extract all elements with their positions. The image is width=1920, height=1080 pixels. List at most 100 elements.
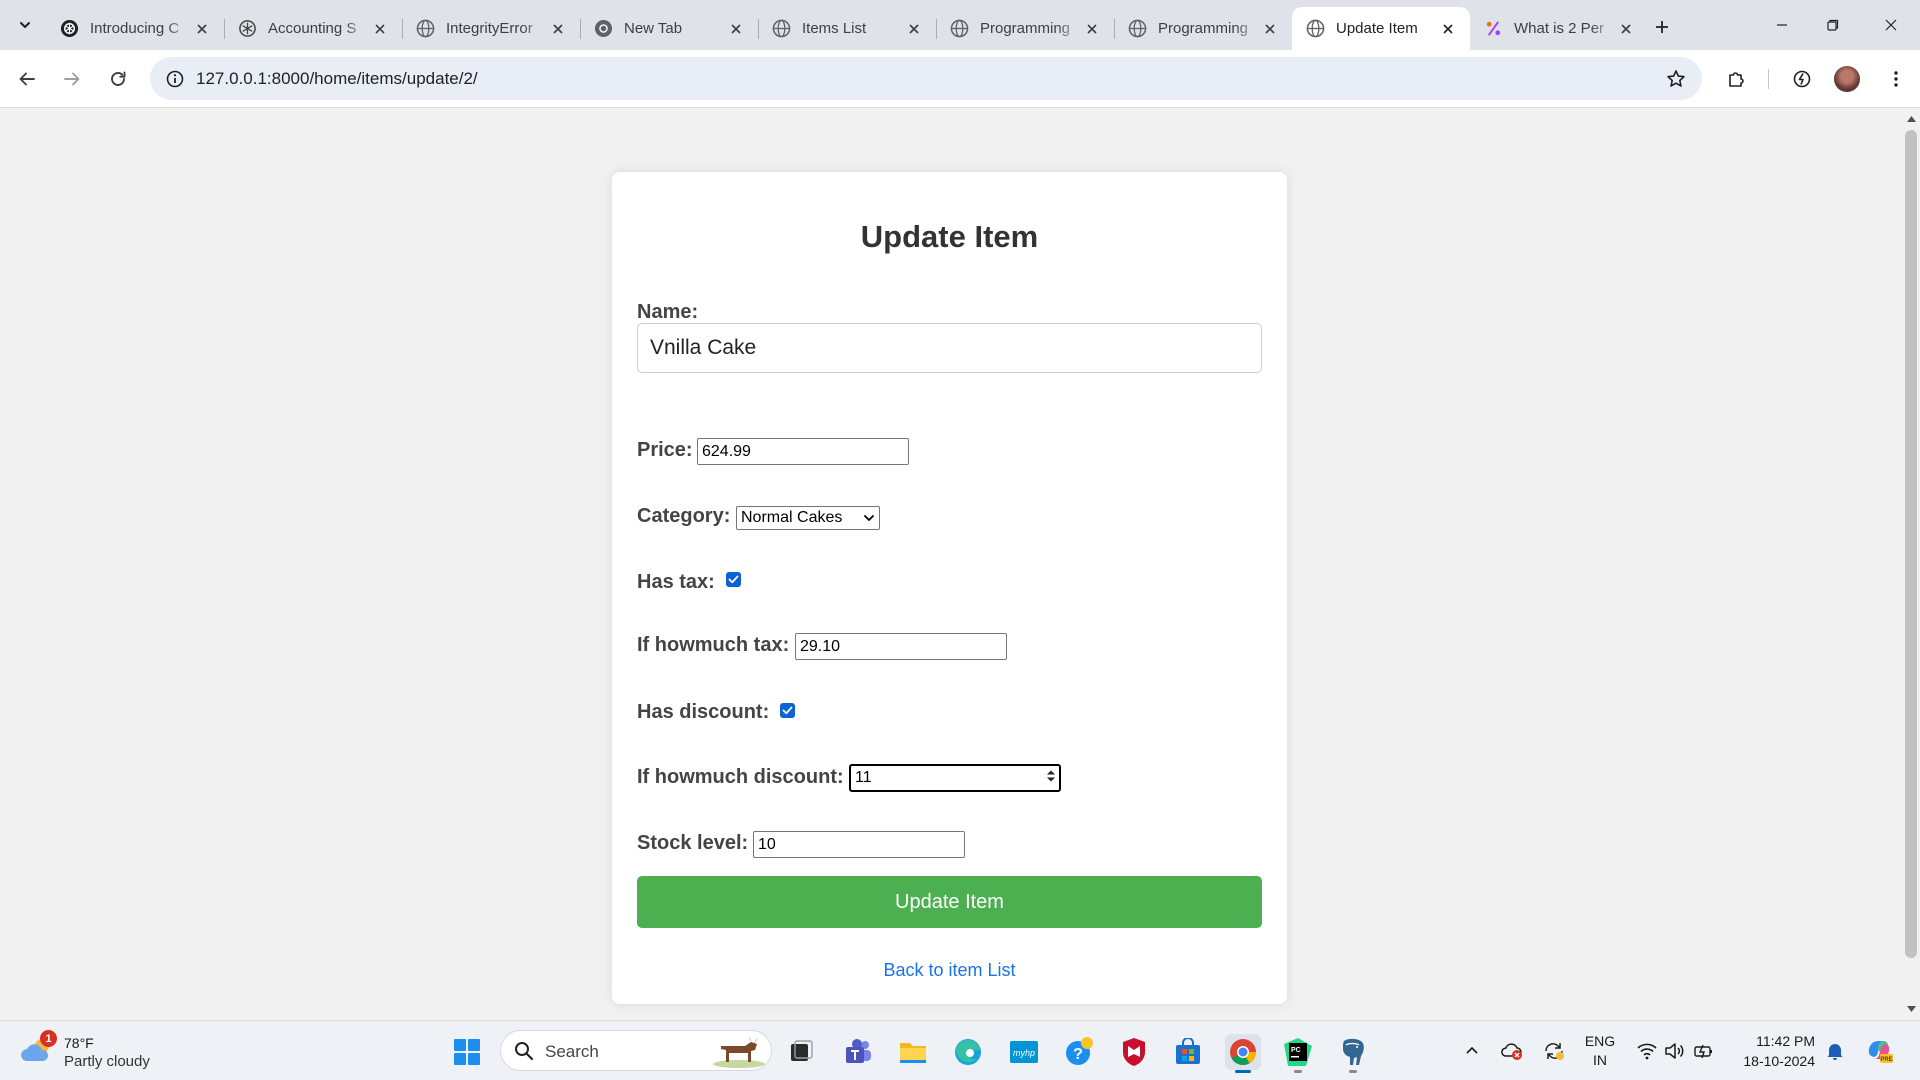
mcafee-app[interactable] bbox=[1116, 1034, 1152, 1070]
has-discount-checkbox[interactable] bbox=[780, 703, 795, 718]
svg-text:PC: PC bbox=[1291, 1047, 1301, 1054]
discount-amount-input[interactable] bbox=[849, 764, 1061, 792]
tab-title: Introducing C bbox=[90, 20, 180, 37]
close-tab-icon[interactable] bbox=[904, 19, 924, 39]
category-selected-value: Normal Cakes bbox=[741, 509, 843, 526]
file-explorer-app[interactable] bbox=[895, 1034, 931, 1070]
browser-toolbar: 127.0.0.1:8000/home/items/update/2/ bbox=[0, 50, 1920, 108]
extensions-button[interactable] bbox=[1720, 63, 1752, 95]
close-tab-icon[interactable] bbox=[1438, 19, 1458, 39]
update-item-form-card: Update Item Name: Price: Category: Norma… bbox=[612, 172, 1287, 1004]
new-tab-button[interactable] bbox=[1648, 13, 1676, 41]
tab-title: Items List bbox=[802, 20, 867, 37]
has-tax-label: Has tax: bbox=[637, 571, 715, 593]
help-icon: ? bbox=[1066, 1037, 1093, 1065]
chevron-down-icon bbox=[864, 515, 874, 521]
scrollbar-thumb[interactable] bbox=[1905, 130, 1917, 958]
stock-level-label: Stock level: bbox=[637, 832, 749, 854]
scroll-down-icon[interactable] bbox=[1906, 1004, 1916, 1014]
tab-update-item[interactable]: Update Item bbox=[1292, 7, 1470, 50]
windows-logo-icon bbox=[454, 1039, 480, 1065]
volume-tray[interactable] bbox=[1663, 1039, 1687, 1063]
tab-title: Accounting S bbox=[268, 20, 357, 37]
browser-menu-button[interactable] bbox=[1880, 63, 1912, 95]
battery-tray[interactable] bbox=[1692, 1039, 1716, 1063]
stock-level-input[interactable] bbox=[753, 831, 965, 858]
globe-icon bbox=[772, 19, 791, 38]
svg-text:PRE: PRE bbox=[1880, 1057, 1892, 1063]
close-tab-icon[interactable] bbox=[1082, 19, 1102, 39]
show-hidden-icons-button[interactable] bbox=[1460, 1039, 1484, 1063]
tab-what-is-2-percent[interactable]: What is 2 Per bbox=[1470, 7, 1648, 50]
svg-text:?: ? bbox=[1073, 1046, 1083, 1063]
close-tab-icon[interactable] bbox=[370, 19, 390, 39]
wifi-tray[interactable] bbox=[1635, 1039, 1659, 1063]
update-item-button[interactable]: Update Item bbox=[637, 876, 1262, 928]
tab-accounting[interactable]: Accounting S bbox=[224, 7, 403, 50]
price-input[interactable] bbox=[697, 438, 909, 465]
back-button[interactable] bbox=[11, 63, 43, 95]
system-clock[interactable]: 11:42 PM 18-10-2024 bbox=[1735, 1031, 1815, 1071]
site-info-icon[interactable] bbox=[164, 68, 186, 90]
clock-time: 11:42 PM bbox=[1756, 1033, 1815, 1049]
weather-widget[interactable]: 1 78°F Partly cloudy bbox=[20, 1030, 240, 1075]
minimize-icon bbox=[1777, 24, 1787, 26]
close-tab-icon[interactable] bbox=[1260, 19, 1280, 39]
forward-button[interactable] bbox=[56, 63, 88, 95]
get-help-app[interactable]: ? bbox=[1061, 1034, 1097, 1070]
edge-app[interactable] bbox=[950, 1034, 986, 1070]
speed-icon bbox=[1793, 70, 1811, 88]
cloud-error-icon bbox=[1501, 1043, 1522, 1060]
category-label: Category: bbox=[637, 505, 731, 527]
tab-new-tab[interactable]: New Tab bbox=[580, 7, 759, 50]
tab-items-list[interactable]: Items List bbox=[758, 7, 937, 50]
running-indicator bbox=[1349, 1070, 1357, 1073]
svg-text:myhp: myhp bbox=[1013, 1048, 1035, 1058]
minimize-button[interactable] bbox=[1767, 10, 1797, 40]
tab-integrityerror[interactable]: IntegrityError bbox=[402, 7, 581, 50]
windows-taskbar: 1 78°F Partly cloudy Search myhp ? PC EN… bbox=[0, 1020, 1920, 1080]
close-tab-icon[interactable] bbox=[726, 19, 746, 39]
teams-app[interactable] bbox=[840, 1034, 876, 1070]
close-window-button[interactable] bbox=[1876, 10, 1906, 40]
scroll-up-icon[interactable] bbox=[1906, 114, 1916, 124]
close-tab-icon[interactable] bbox=[548, 19, 568, 39]
reload-button[interactable] bbox=[102, 63, 134, 95]
bookmark-star-icon[interactable] bbox=[1664, 67, 1688, 91]
pycharm-app[interactable]: PC bbox=[1280, 1034, 1316, 1070]
performance-button[interactable] bbox=[1786, 63, 1818, 95]
copilot-button[interactable]: PRE bbox=[1864, 1035, 1894, 1065]
postgresql-app[interactable] bbox=[1335, 1034, 1371, 1070]
microsoft-store-app[interactable] bbox=[1170, 1034, 1206, 1070]
name-input[interactable] bbox=[637, 323, 1262, 373]
restore-button[interactable] bbox=[1818, 10, 1848, 40]
chatgpt-icon bbox=[238, 19, 257, 38]
back-to-item-list-link[interactable]: Back to item List bbox=[612, 960, 1287, 981]
start-button[interactable] bbox=[449, 1034, 485, 1070]
close-tab-icon[interactable] bbox=[1616, 19, 1636, 39]
notifications-button[interactable] bbox=[1823, 1039, 1847, 1063]
profile-avatar[interactable] bbox=[1834, 66, 1860, 92]
search-icon bbox=[515, 1042, 534, 1061]
hp-app[interactable]: myhp bbox=[1006, 1034, 1042, 1070]
sync-tray[interactable] bbox=[1542, 1039, 1566, 1063]
tax-amount-input[interactable] bbox=[795, 633, 1007, 660]
address-bar[interactable]: 127.0.0.1:8000/home/items/update/2/ bbox=[150, 57, 1702, 100]
spinner-arrows-icon[interactable] bbox=[1046, 768, 1056, 784]
task-view-app[interactable] bbox=[783, 1034, 819, 1070]
page-scrollbar[interactable] bbox=[1902, 109, 1920, 1020]
tab-programming-2[interactable]: Programming bbox=[1114, 7, 1292, 50]
tab-title: Update Item bbox=[1336, 20, 1418, 37]
tab-programming-1[interactable]: Programming bbox=[936, 7, 1115, 50]
url-text[interactable]: 127.0.0.1:8000/home/items/update/2/ bbox=[196, 69, 478, 89]
language-indicator[interactable]: ENG IN bbox=[1582, 1032, 1618, 1070]
category-select[interactable]: Normal Cakes bbox=[736, 506, 880, 530]
has-tax-checkbox[interactable] bbox=[726, 572, 741, 587]
chrome-app[interactable] bbox=[1225, 1034, 1261, 1070]
tab-introducing[interactable]: Introducing C bbox=[46, 7, 225, 50]
weather-condition: Partly cloudy bbox=[64, 1053, 150, 1070]
close-tab-icon[interactable] bbox=[192, 19, 212, 39]
taskbar-search-box[interactable]: Search bbox=[500, 1030, 772, 1071]
tab-search-button[interactable] bbox=[10, 10, 40, 40]
onedrive-tray[interactable] bbox=[1500, 1039, 1524, 1063]
